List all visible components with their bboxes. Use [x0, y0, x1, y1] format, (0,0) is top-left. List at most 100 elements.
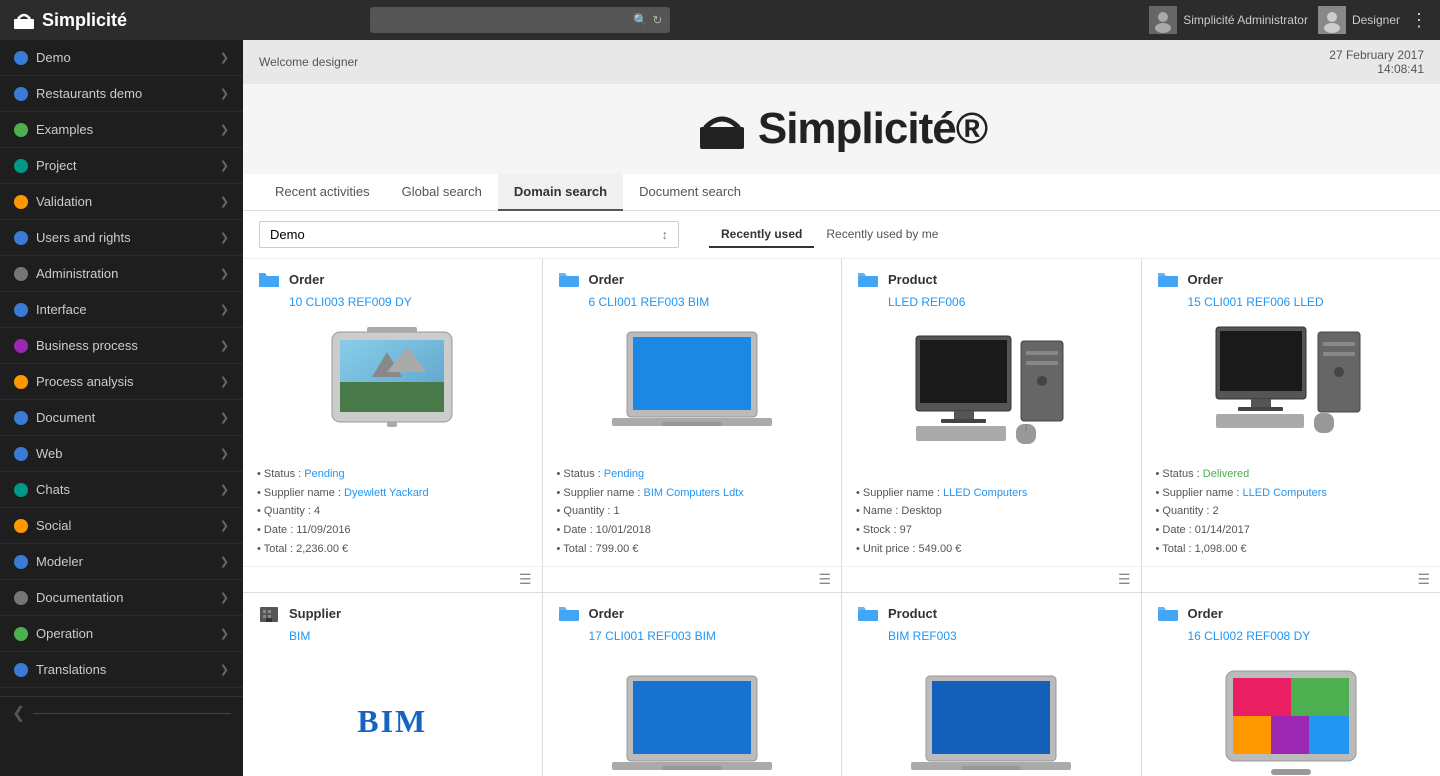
- card-subtitle: 16 CLI002 REF008 DY: [1142, 629, 1440, 651]
- recently-used-by-me-tab[interactable]: Recently used by me: [814, 222, 950, 248]
- card-image: [243, 317, 542, 457]
- card-type: Order: [1188, 606, 1223, 621]
- sidebar-item-examples[interactable]: Examples ❯: [0, 112, 243, 148]
- card-details: • Status : Pending • Supplier name : Dye…: [243, 457, 542, 566]
- sidebar-item-operation[interactable]: Operation ❯: [0, 616, 243, 652]
- datetime: 27 February 2017 14:08:41: [1329, 48, 1424, 76]
- dot-icon: [14, 555, 28, 569]
- card-header: Order: [1142, 593, 1440, 629]
- card-menu-icon[interactable]: ☰: [1417, 571, 1430, 588]
- card-subtitle: BIM REF003: [842, 629, 1141, 651]
- sidebar-item-documentation[interactable]: Documentation ❯: [0, 580, 243, 616]
- card-order-3: Order 15 CLI001 REF006 LLED: [1142, 259, 1440, 592]
- dot-icon: [14, 195, 28, 209]
- sidebar-item-chats[interactable]: Chats ❯: [0, 472, 243, 508]
- card-image: BIM: [243, 651, 542, 776]
- card-header: Product: [842, 259, 1141, 295]
- refresh-icon[interactable]: ↻: [652, 13, 662, 27]
- sidebar-item-web[interactable]: Web ❯: [0, 436, 243, 472]
- sidebar-item-modeler[interactable]: Modeler ❯: [0, 544, 243, 580]
- recently-used-tab[interactable]: Recently used: [709, 222, 814, 248]
- card-image: [842, 317, 1141, 476]
- hero-logo: Simplicité®: [263, 104, 1420, 154]
- card-order-1: Order 10 CLI003 REF009 DY: [243, 259, 542, 592]
- sidebar-item-label: Chats: [36, 482, 70, 497]
- card-menu-icon[interactable]: ☰: [818, 571, 831, 588]
- dot-icon: [14, 267, 28, 281]
- card-menu-icon[interactable]: ☰: [519, 571, 532, 588]
- sidebar-item-label: Project: [36, 158, 76, 173]
- global-search-bar[interactable]: 🔍 ↻: [370, 7, 670, 33]
- card-header: Order: [543, 259, 842, 295]
- dot-icon: [14, 483, 28, 497]
- dot-icon: [14, 663, 28, 677]
- domain-dropdown[interactable]: Demo ↕: [259, 221, 679, 248]
- chevron-right-icon: ❯: [220, 303, 229, 316]
- sidebar-item-label: Process analysis: [36, 374, 134, 389]
- laptop-image-2: [607, 666, 777, 776]
- tab-document-search[interactable]: Document search: [623, 174, 757, 211]
- time-display: 14:08:41: [1329, 62, 1424, 76]
- chevron-right-icon: ❯: [220, 195, 229, 208]
- sidebar-item-document[interactable]: Document ❯: [0, 400, 243, 436]
- card-type: Supplier: [289, 606, 341, 621]
- tab-recent-activities[interactable]: Recent activities: [259, 174, 386, 211]
- sidebar-item-social[interactable]: Social ❯: [0, 508, 243, 544]
- sidebar-collapse[interactable]: ❮: [0, 696, 243, 729]
- card-footer: ☰: [543, 566, 842, 592]
- laptop-image-3: [906, 666, 1076, 776]
- card-subtitle: 17 CLI001 REF003 BIM: [543, 629, 842, 651]
- card-image: [543, 651, 842, 776]
- desktop-image: [906, 331, 1076, 461]
- chevron-right-icon: ❯: [220, 87, 229, 100]
- sidebar-item-label: Users and rights: [36, 230, 131, 245]
- hero-cloud-icon: [696, 109, 748, 149]
- sidebar-item-interface[interactable]: Interface ❯: [0, 292, 243, 328]
- card-subtitle: 15 CLI001 REF006 LLED: [1142, 295, 1440, 317]
- card-image: [1142, 651, 1440, 776]
- sidebar-item-label: Validation: [36, 194, 92, 209]
- card-menu-icon[interactable]: ☰: [1118, 571, 1131, 588]
- chevron-right-icon: ❯: [220, 375, 229, 388]
- sidebar-item-restaurants-demo[interactable]: Restaurants demo ❯: [0, 76, 243, 112]
- hero-app-name: Simplicité®: [758, 104, 987, 154]
- tablet-image: [312, 322, 472, 452]
- tab-bar: Recent activities Global search Domain s…: [243, 174, 1440, 211]
- chevron-right-icon: ❯: [220, 231, 229, 244]
- sidebar-item-label: Document: [36, 410, 95, 425]
- more-options-icon[interactable]: ⋮: [1410, 10, 1428, 31]
- sidebar-item-label: Documentation: [36, 590, 123, 605]
- tab-domain-search[interactable]: Domain search: [498, 174, 623, 211]
- sidebar-item-label: Demo: [36, 50, 71, 65]
- sidebar-item-label: Web: [36, 446, 63, 461]
- card-image: [1142, 317, 1440, 457]
- card-footer: ☰: [1142, 566, 1440, 592]
- search-icon[interactable]: 🔍: [633, 13, 648, 27]
- card-type: Order: [589, 272, 624, 287]
- admin-user[interactable]: Simplicité Administrator: [1149, 6, 1308, 34]
- sidebar-item-business-process[interactable]: Business process ❯: [0, 328, 243, 364]
- sidebar-item-label: Social: [36, 518, 71, 533]
- card-header: Supplier: [243, 593, 542, 629]
- sidebar-item-users-rights[interactable]: Users and rights ❯: [0, 220, 243, 256]
- chevron-right-icon: ❯: [220, 339, 229, 352]
- chevron-right-icon: ❯: [220, 51, 229, 64]
- card-details: • Supplier name : LLED Computers • Name …: [842, 476, 1141, 567]
- card-details: • Status : Delivered • Supplier name : L…: [1142, 457, 1440, 566]
- dot-icon: [14, 51, 28, 65]
- app-logo[interactable]: Simplicité: [12, 10, 127, 31]
- sidebar-item-process-analysis[interactable]: Process analysis ❯: [0, 364, 243, 400]
- card-type: Order: [589, 606, 624, 621]
- dot-icon: [14, 447, 28, 461]
- sidebar-item-demo[interactable]: Demo ❯: [0, 40, 243, 76]
- dot-icon: [14, 627, 28, 641]
- designer-user[interactable]: Designer: [1318, 6, 1400, 34]
- tab-global-search[interactable]: Global search: [386, 174, 498, 211]
- search-input[interactable]: [378, 13, 629, 27]
- sidebar-item-translations[interactable]: Translations ❯: [0, 652, 243, 688]
- sidebar-item-validation[interactable]: Validation ❯: [0, 184, 243, 220]
- sidebar-item-administration[interactable]: Administration ❯: [0, 256, 243, 292]
- card-subtitle: LLED REF006: [842, 295, 1141, 317]
- sidebar-item-project[interactable]: Project ❯: [0, 148, 243, 184]
- chevron-right-icon: ❯: [220, 159, 229, 172]
